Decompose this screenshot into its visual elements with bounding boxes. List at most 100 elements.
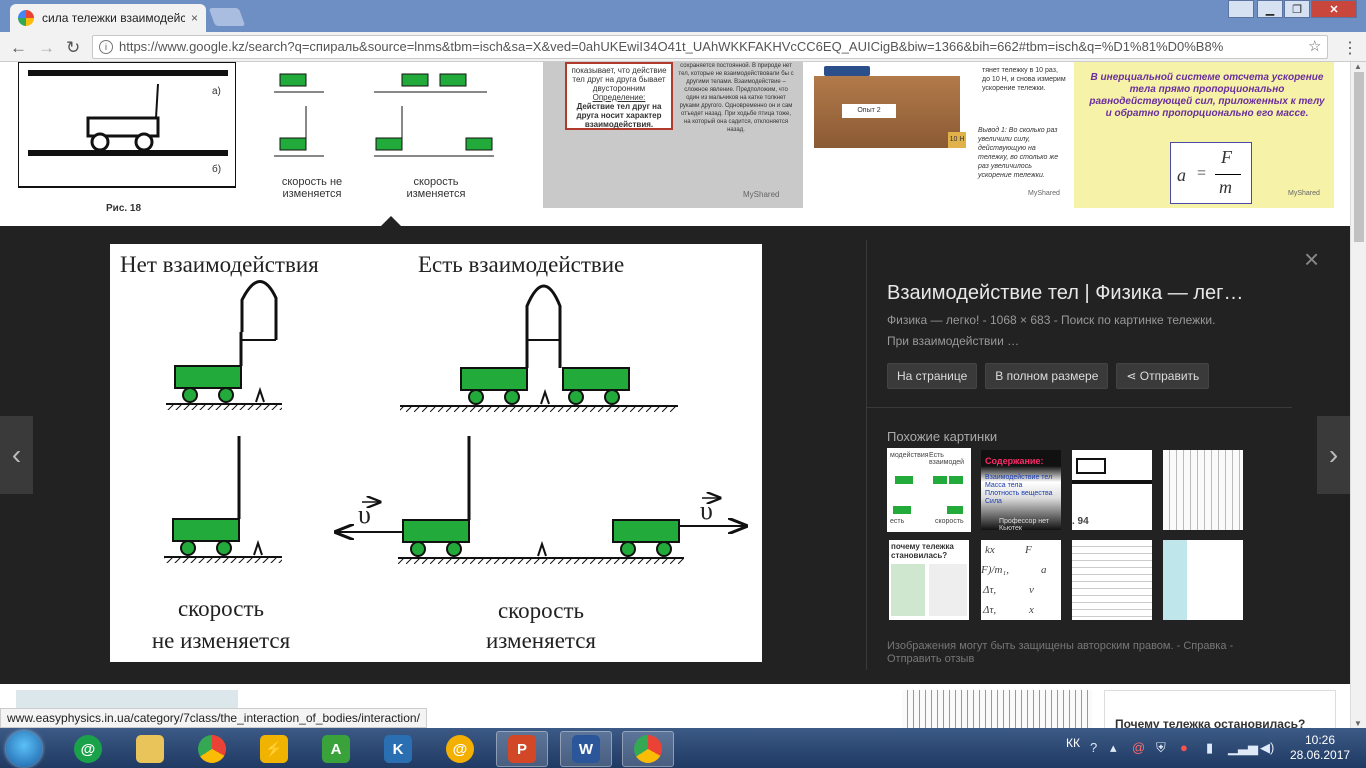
signal-tray-icon[interactable]: ▁▃▅	[1228, 740, 1258, 756]
reload-icon[interactable]: ↻	[66, 38, 80, 58]
at-icon: @	[446, 735, 474, 763]
chrome-active-icon	[634, 735, 662, 763]
sim2-title: Содержание:	[985, 456, 1044, 466]
word-icon: W	[572, 735, 600, 763]
sim1-text-d: скорость	[935, 518, 964, 525]
mail-tray-icon[interactable]: @	[1132, 740, 1145, 755]
feedback-link[interactable]: Отправить отзыв	[887, 653, 974, 665]
tray-clock[interactable]: 10:26 28.06.2017	[1290, 733, 1350, 763]
result-thumb-slide-text[interactable]: показывает, что действие тел друг на дру…	[543, 62, 803, 208]
sim1-text-a: модействия	[890, 452, 929, 459]
sim3-number: . 94	[1072, 516, 1089, 527]
next-image-button[interactable]: ›	[1317, 416, 1350, 494]
arrow-tray-icon[interactable]: ▴	[1110, 740, 1117, 756]
label-changes: изменяется	[485, 628, 597, 653]
taskbar-app-a[interactable]: A	[310, 731, 362, 767]
similar-thumb-3[interactable]: . 94	[1072, 450, 1152, 530]
thumb-caption-left: скорость не изменяется	[281, 176, 343, 200]
experiment-cart	[824, 66, 870, 76]
language-indicator[interactable]: КК	[1066, 736, 1080, 750]
experiment-conclusion: Вывод 1: Во сколько раз увеличили силу, …	[978, 127, 1059, 179]
start-button[interactable]	[6, 731, 42, 767]
share-button[interactable]: ⋖ Отправить	[1116, 363, 1210, 389]
scroll-down-icon[interactable]: ▼	[1354, 719, 1362, 728]
main-preview-image[interactable]: Нет взаимодействия Есть взаимодействие υ…	[110, 244, 762, 662]
similar-thumb-2[interactable]: Содержание: Взаимодействие тел Масса тел…	[981, 450, 1061, 530]
taskbar-chrome-active[interactable]	[622, 731, 674, 767]
bookmark-star-icon[interactable]: ☆	[1308, 37, 1321, 55]
sim2-line-3: Плотность вещества	[985, 490, 1053, 497]
taskbar-word[interactable]: W	[560, 731, 612, 767]
taskbar-app-k[interactable]: K	[372, 731, 424, 767]
clock-time: 10:26	[1304, 733, 1336, 747]
scroll-up-icon[interactable]: ▲	[1354, 62, 1362, 71]
sim6-l2: F	[1025, 544, 1032, 556]
taskbar-app-at[interactable]: @	[434, 731, 486, 767]
window-titlebar: сила тележки взаимодейс × ▁ ❐ ✕	[0, 0, 1366, 32]
shield-tray-icon[interactable]: ⛨	[1156, 740, 1166, 756]
sim6-l3: F)/m₁,	[981, 564, 1009, 576]
address-bar[interactable]: i https://www.google.kz/search?q=спираль…	[92, 35, 1328, 59]
chrome-icon	[198, 735, 226, 763]
taskbar-app-bolt[interactable]: ⚡	[248, 731, 300, 767]
velocity-symbol-right: υ	[700, 496, 713, 525]
help-tray-icon[interactable]: ?	[1090, 740, 1097, 755]
k-app-icon: K	[384, 735, 412, 763]
result-thumb-figure[interactable]: а) б) Рис. 18	[18, 62, 236, 222]
fig-label-b: б)	[212, 164, 222, 175]
status-bar-url: www.easyphysics.in.ua/category/7class/th…	[0, 708, 427, 728]
share-icon: ⋖	[1126, 369, 1140, 383]
image-title-link[interactable]: Взаимодействие тел | Физика — лег…	[887, 282, 1282, 305]
similar-thumb-8[interactable]	[1163, 540, 1243, 620]
similar-thumb-5[interactable]: почему тележка становилась?	[889, 540, 969, 620]
formula-eq: =	[1197, 165, 1207, 182]
scroll-thumb[interactable]	[1354, 72, 1364, 242]
similar-thumb-6[interactable]: kx F F)/m₁, a Δτ, v Δτ, x	[981, 540, 1061, 620]
result-thumb-carts-selected[interactable]: скорость не изменяется скорость изменяет…	[262, 62, 532, 202]
help-link[interactable]: Справка	[1183, 640, 1226, 652]
taskbar-chrome-pinned[interactable]	[186, 731, 238, 767]
sim6-l7: Δτ,	[983, 604, 997, 616]
tab-close-icon[interactable]: ×	[191, 11, 198, 25]
result-thumb-experiment[interactable]: Опыт 2 10 Н тянет тележку в 10 раз, до 1…	[814, 62, 1068, 208]
slide-definition-label: Определение:	[592, 93, 646, 102]
experiment-box: Опыт 2	[842, 104, 896, 118]
similar-thumb-1[interactable]: модействия Есть взаимодей есть скорость	[887, 448, 971, 532]
below-thumb-2[interactable]	[902, 690, 1092, 728]
prev-arrow-icon: ‹	[11, 439, 22, 470]
similar-thumb-7[interactable]	[1072, 540, 1152, 620]
page-scrollbar[interactable]: ▲ ▼	[1350, 62, 1366, 728]
forward-icon[interactable]: →	[38, 38, 55, 58]
taskbar-powerpoint[interactable]: P	[496, 731, 548, 767]
back-icon[interactable]: ←	[10, 38, 27, 58]
below-card-title: Почему тележка остановилась?	[1115, 717, 1306, 728]
user-profile-button[interactable]	[1228, 0, 1254, 18]
image-viewer-panel: ‹ › Нет взаимодействия Есть взаимодейств…	[0, 226, 1350, 684]
maximize-button[interactable]: ❐	[1284, 0, 1310, 18]
browser-menu-icon[interactable]: ⋮	[1342, 38, 1358, 58]
battery-tray-icon[interactable]: ▮	[1206, 740, 1213, 756]
image-meta: Физика — легко! - 1068 × 683 - Поиск по …	[887, 313, 1216, 348]
new-tab-button[interactable]	[208, 8, 246, 26]
similar-thumb-4[interactable]	[1163, 450, 1243, 530]
label-speed-1: скорость	[177, 596, 265, 621]
sim5-title: почему тележка становилась?	[891, 542, 954, 560]
taskbar-explorer[interactable]	[124, 731, 176, 767]
viewer-close-icon[interactable]: ×	[1304, 244, 1319, 275]
visit-page-button[interactable]: На странице	[887, 363, 978, 389]
result-thumb-newton-law[interactable]: В инерциальной системе отсчета ускорение…	[1074, 62, 1334, 208]
prev-image-button[interactable]: ‹	[0, 416, 33, 494]
taskbar-mail-agent[interactable]: @	[62, 731, 114, 767]
below-thumb-3[interactable]: Почему тележка остановилась?	[1104, 690, 1336, 728]
next-arrow-icon: ›	[1328, 439, 1339, 470]
windows-taskbar: @ ⚡ A K @ P W КК ? ▴ @ ⛨ ● ▮ ▁▃▅ ◀) 10:2…	[0, 728, 1366, 768]
browser-tab[interactable]: сила тележки взаимодейс ×	[10, 4, 206, 32]
copyright-text: Изображения могут быть защищены авторски…	[887, 640, 1174, 652]
browser-toolbar: ← → ↻ i https://www.google.kz/search?q=с…	[0, 32, 1366, 62]
volume-tray-icon[interactable]: ◀)	[1260, 740, 1274, 756]
full-size-button[interactable]: В полном размере	[985, 363, 1109, 389]
opera-tray-icon[interactable]: ●	[1180, 740, 1188, 755]
close-window-button[interactable]: ✕	[1311, 0, 1357, 18]
site-info-icon[interactable]: i	[99, 40, 113, 54]
minimize-button[interactable]: ▁	[1257, 0, 1283, 18]
